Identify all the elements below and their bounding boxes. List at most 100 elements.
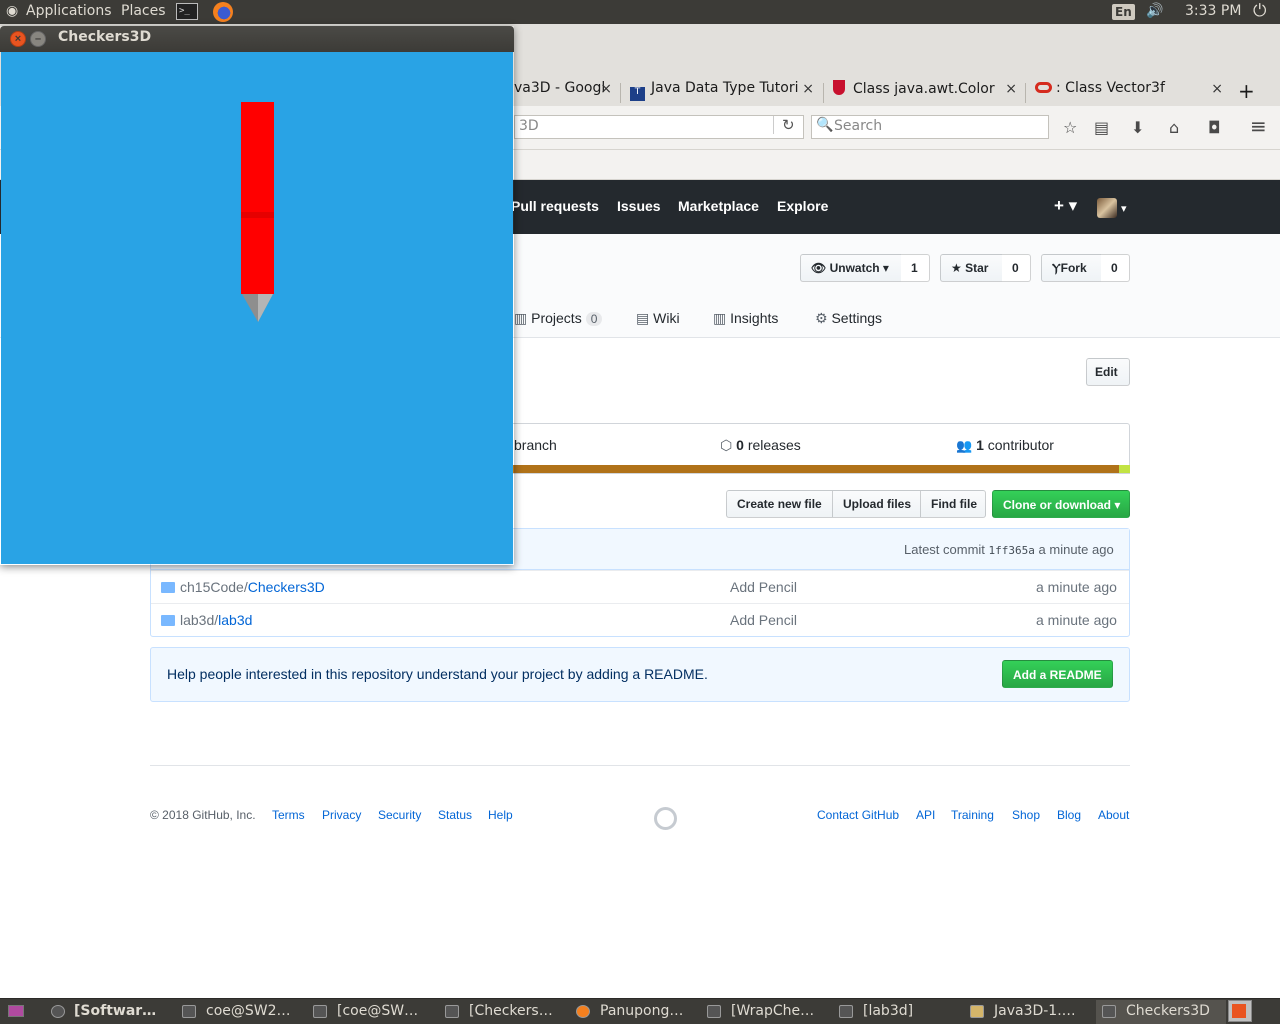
file-name-link[interactable]: Checkers3D [248, 579, 325, 595]
download-icon[interactable]: ⬇ [1131, 118, 1144, 137]
home-icon[interactable]: ⌂ [1169, 118, 1179, 137]
power-icon[interactable]: ⏻ [1253, 1, 1266, 21]
search-box[interactable]: 🔍 Search [811, 115, 1049, 139]
footer-link-shop[interactable]: Shop [1012, 808, 1040, 822]
terminal-launcher-icon[interactable]: >_ [176, 3, 198, 20]
upload-files-button[interactable]: Upload files [832, 490, 921, 518]
browser-tab[interactable]: : Class Vector3f × [1035, 80, 1225, 106]
bookmark-star-icon[interactable]: ☆ [1063, 118, 1077, 137]
terminal-icon [313, 1005, 327, 1018]
taskbar-item-active[interactable]: Checkers3D [1126, 1003, 1210, 1019]
footer-link-blog[interactable]: Blog [1057, 808, 1081, 822]
commit-message[interactable]: Add Pencil [730, 579, 797, 595]
reload-icon[interactable]: ↻ [773, 116, 795, 134]
places-menu[interactable]: Places [121, 3, 166, 19]
window-close-icon[interactable]: × [10, 31, 26, 47]
3d-canvas[interactable] [1, 52, 513, 564]
pocket-icon[interactable]: ◘ [1208, 118, 1221, 137]
taskbar-item[interactable]: [Softwar… [74, 1003, 156, 1019]
url-bar[interactable]: 3D ↻ [514, 115, 804, 139]
github-octocat-icon[interactable] [654, 807, 677, 830]
volume-icon[interactable]: 🔊 [1146, 3, 1163, 19]
window-minimize-icon[interactable]: – [30, 31, 46, 47]
java-app-icon [1102, 1005, 1116, 1018]
user-avatar[interactable] [1097, 198, 1117, 218]
taskbar-item[interactable]: [coe@SW… [337, 1003, 418, 1019]
hamburger-menu-icon[interactable]: ≡ [1250, 114, 1267, 138]
tab-close-icon[interactable]: × [1005, 81, 1017, 97]
folder-icon [161, 582, 175, 593]
footer-link-security[interactable]: Security [378, 808, 421, 822]
table-row[interactable]: lab3d/lab3d [180, 612, 252, 628]
new-tab-button[interactable]: + [1238, 79, 1258, 105]
commit-message[interactable]: Add Pencil [730, 612, 797, 628]
tab-insights[interactable]: ▥ Insights [713, 310, 778, 327]
create-new-file-button[interactable]: Create new file [726, 490, 833, 518]
taskbar-item[interactable]: [WrapChe… [731, 1003, 814, 1019]
language-bar-other[interactable] [1119, 465, 1130, 473]
keyboard-layout-indicator[interactable]: En [1112, 4, 1135, 20]
stargazers-count[interactable]: 0 [1002, 254, 1031, 282]
watchers-count[interactable]: 1 [901, 254, 930, 282]
create-new-dropdown[interactable]: + ▾ [1054, 196, 1077, 216]
footer-link-contact[interactable]: Contact GitHub [817, 808, 899, 822]
browser-tab[interactable]: Class java.awt.Color × [833, 80, 1019, 106]
applications-menu[interactable]: Applications [26, 3, 112, 19]
tab-close-icon[interactable]: × [802, 81, 814, 97]
contributor-count: 1 [976, 437, 984, 453]
reading-list-icon[interactable]: ▤ [1094, 118, 1109, 137]
nav-issues[interactable]: Issues [617, 198, 661, 214]
footer-link-api[interactable]: API [916, 808, 935, 822]
table-row[interactable]: ch15Code/Checkers3D [180, 579, 325, 595]
tab-close-icon[interactable]: × [1211, 81, 1223, 97]
avatar-dropdown-caret-icon[interactable]: ▾ [1121, 202, 1127, 215]
footer-link-status[interactable]: Status [438, 808, 472, 822]
contributor-label: contributor [987, 437, 1054, 453]
footer-link-privacy[interactable]: Privacy [322, 808, 361, 822]
tab-settings[interactable]: ⚙ Settings [815, 310, 882, 327]
star-button[interactable]: ★ Star [940, 254, 1003, 282]
tab-close-icon[interactable]: × [600, 81, 612, 97]
footer-link-terms[interactable]: Terms [272, 808, 305, 822]
ubuntu-logo-icon[interactable]: ◉ [6, 3, 18, 19]
clone-or-download-button[interactable]: Clone or download ▾ [992, 490, 1130, 518]
branch-summary[interactable]: branch [514, 437, 557, 453]
unwatch-button[interactable]: 👁 Unwatch ▾ [800, 254, 902, 282]
clock[interactable]: 3:33 PM [1185, 3, 1241, 19]
tab-projects[interactable]: ▥ Projects 0 [514, 310, 603, 327]
fork-label: Fork [1060, 261, 1087, 275]
nav-marketplace[interactable]: Marketplace [678, 198, 759, 214]
edit-button[interactable]: Edit [1086, 358, 1130, 386]
footer-link-training[interactable]: Training [951, 808, 994, 822]
browser-tab[interactable]: T Java Data Type Tutori × [630, 80, 816, 106]
taskbar-item[interactable]: Java3D-1.… [994, 1003, 1076, 1019]
nav-pull-requests[interactable]: Pull requests [511, 198, 599, 214]
tab-wiki[interactable]: ▤ Wiki [636, 310, 680, 327]
find-file-button[interactable]: Find file [920, 490, 986, 518]
file-path-prefix: lab3d/ [180, 612, 219, 628]
footer-divider [150, 765, 1130, 766]
commit-age: a minute ago [1036, 579, 1117, 595]
fork-button[interactable]: ⲨFork [1041, 254, 1102, 282]
commit-age: a minute ago [1036, 612, 1117, 628]
taskbar-item[interactable]: [lab3d] [863, 1003, 913, 1019]
releases-summary[interactable]: ⬡ 0 releases [720, 437, 801, 454]
commit-sha[interactable]: 1ff365a [989, 544, 1035, 557]
footer-link-help[interactable]: Help [488, 808, 513, 822]
show-desktop-icon[interactable] [8, 1005, 24, 1017]
workspace-switcher[interactable] [1228, 1000, 1252, 1022]
file-name-link[interactable]: lab3d [218, 612, 252, 628]
contributors-summary[interactable]: 👥 1 contributor [956, 437, 1054, 454]
unwatch-label: Unwatch ▾ [829, 261, 889, 275]
browser-tab[interactable]: va3D - Googl × [514, 80, 614, 106]
add-readme-button[interactable]: Add a README [1002, 660, 1113, 688]
footer-link-about[interactable]: About [1098, 808, 1129, 822]
tag-icon: ⬡ [720, 437, 733, 453]
nav-explore[interactable]: Explore [777, 198, 828, 214]
forks-count[interactable]: 0 [1101, 254, 1130, 282]
taskbar-item[interactable]: Panupong… [600, 1003, 683, 1019]
taskbar-item[interactable]: [Checkers… [469, 1003, 553, 1019]
firefox-launcher-icon[interactable] [213, 2, 233, 22]
projects-count: 0 [585, 312, 603, 326]
taskbar-item[interactable]: coe@SW2… [206, 1003, 291, 1019]
